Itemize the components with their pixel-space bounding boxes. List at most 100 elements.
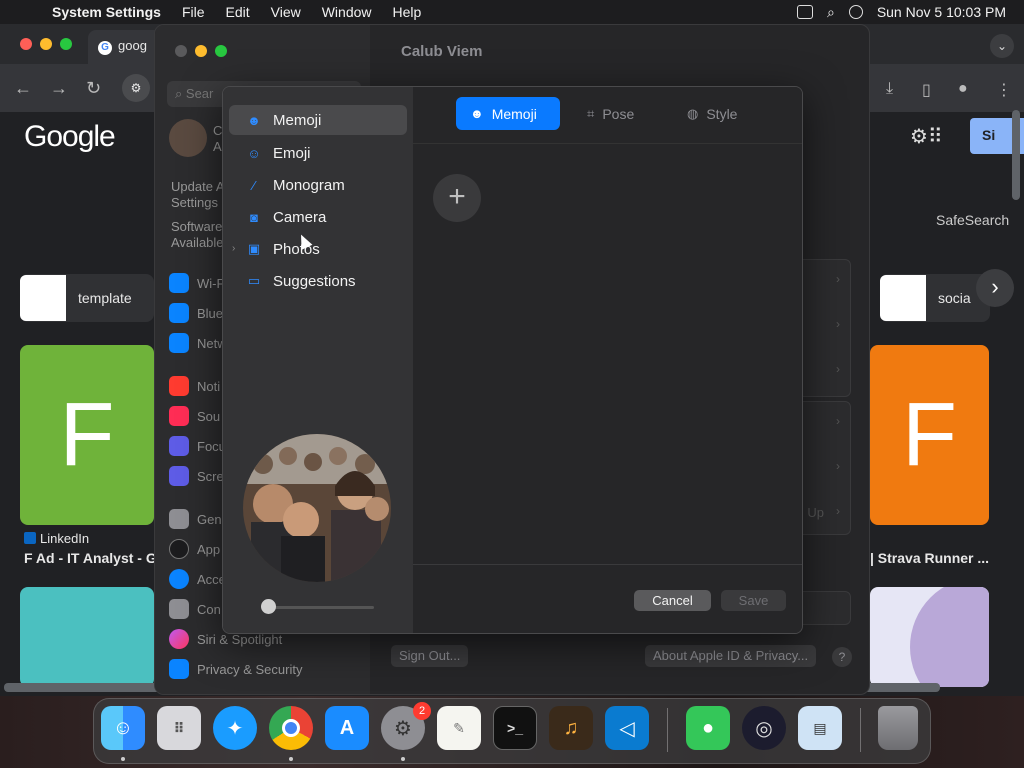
profile-icon[interactable]: ●	[958, 80, 968, 98]
tile-title[interactable]: F Ad - IT Analyst - Go	[24, 550, 165, 566]
tab-pose[interactable]: ⌗ Pose	[573, 97, 663, 130]
picker-nav-monogram[interactable]: ⁄ Monogram	[229, 170, 407, 200]
tile-title[interactable]: | Strava Runner ...	[870, 550, 989, 566]
forward-arrow-icon[interactable]: →	[50, 78, 68, 99]
picker-nav-camera[interactable]: ◙ Camera	[229, 202, 407, 232]
picker-nav-memoji[interactable]: ☻ Memoji	[229, 105, 407, 135]
update-line1: Update A	[171, 179, 225, 194]
zoom-window-icon[interactable]	[60, 38, 72, 50]
finder-icon[interactable]: ☺	[101, 706, 145, 750]
launchpad-icon[interactable]: ⠿	[157, 706, 201, 750]
cancel-button[interactable]: Cancel	[634, 590, 711, 611]
apps-grid-icon[interactable]: ⚙⠿	[910, 124, 943, 149]
sidebar-item-wifi[interactable]: Wi-F	[169, 273, 224, 293]
chevron-right-icon[interactable]: ›	[836, 504, 840, 518]
sidebar-item-appearance[interactable]: App	[169, 539, 220, 559]
more-menu-icon[interactable]: ⋮	[996, 80, 1012, 100]
result-tile[interactable]	[20, 587, 154, 687]
tab-search-chevron-icon[interactable]: ⌄	[990, 34, 1014, 58]
obs-icon[interactable]: ◎	[742, 706, 786, 750]
save-button[interactable]: Save	[721, 590, 786, 611]
minimize-window-icon[interactable]	[195, 45, 207, 57]
back-arrow-icon[interactable]: ←	[14, 78, 32, 99]
close-window-icon[interactable]	[20, 38, 32, 50]
safesearch-link[interactable]: SafeSearch	[936, 212, 1009, 228]
garageband-icon[interactable]: ♫	[549, 706, 593, 750]
zoom-slider-knob[interactable]	[261, 599, 276, 614]
browser-tab-title: goog	[118, 38, 147, 53]
picker-nav-suggestions[interactable]: ▭ Suggestions	[229, 266, 407, 296]
chevron-right-icon[interactable]: ›	[836, 459, 840, 473]
screen-mirroring-icon[interactable]	[796, 5, 813, 19]
result-tile[interactable]	[870, 587, 989, 687]
preview-icon[interactable]: ▤	[798, 706, 842, 750]
control-center-icon[interactable]	[848, 5, 863, 19]
menu-help[interactable]: Help	[393, 4, 422, 20]
appearance-icon	[169, 539, 189, 559]
site-settings-icon[interactable]: ⚙	[122, 74, 150, 102]
close-window-icon[interactable]	[175, 45, 187, 57]
sidebar-item-notifications[interactable]: Noti	[169, 376, 220, 396]
chevron-right-icon[interactable]: ›	[836, 272, 840, 286]
carousel-next-arrow-icon[interactable]: ›	[976, 269, 1014, 307]
update-notice[interactable]: Update A Settings	[171, 179, 225, 211]
terminal-icon[interactable]: >_	[493, 706, 537, 750]
vscode-icon[interactable]: ◁	[605, 706, 649, 750]
software-update-notice[interactable]: Software Available	[171, 219, 224, 251]
add-memoji-button[interactable]: +	[433, 174, 481, 222]
linkedin-icon	[24, 532, 36, 544]
messages-icon[interactable]: ●	[686, 706, 730, 750]
chevron-right-icon[interactable]: ›	[836, 362, 840, 376]
tab-memoji[interactable]: ☻ Memoji	[456, 97, 560, 130]
tab-style[interactable]: ◍ Style	[673, 97, 763, 130]
menu-app-name[interactable]: System Settings	[52, 4, 161, 20]
sidebar-item-accessibility[interactable]: Acce	[169, 569, 226, 589]
help-button[interactable]: ?	[832, 647, 852, 667]
picker-nav-emoji[interactable]: ☺ Emoji	[229, 138, 407, 168]
picker-nav-photos[interactable]: ▣ Photos	[229, 234, 407, 264]
sidebar-item-focus[interactable]: Focu	[169, 436, 226, 456]
textedit-icon[interactable]: ✎	[437, 706, 481, 750]
sidebar-item-control-center[interactable]: Con	[169, 599, 221, 619]
chrome-icon[interactable]	[269, 706, 313, 750]
reload-icon[interactable]: ↻	[86, 78, 101, 99]
app-store-icon[interactable]: A	[325, 706, 369, 750]
chevron-right-icon[interactable]: ›	[836, 317, 840, 331]
chevron-right-icon[interactable]: ›	[836, 414, 840, 428]
menu-window[interactable]: Window	[322, 4, 372, 20]
sidebar-item-sound[interactable]: Sou	[169, 406, 220, 426]
sidebar-item-bluetooth[interactable]: Blue	[169, 303, 223, 323]
menu-edit[interactable]: Edit	[226, 4, 250, 20]
download-icon[interactable]: ⤓	[886, 80, 893, 98]
vertical-scrollbar[interactable]	[1012, 110, 1020, 200]
menu-file[interactable]: File	[182, 4, 205, 20]
shortcut-chip[interactable]: socia	[880, 274, 990, 322]
spotlight-search-icon[interactable]: ⌕	[827, 4, 835, 21]
result-tile[interactable]: F	[20, 345, 154, 525]
software-line2: Available	[171, 235, 224, 250]
running-indicator	[289, 757, 293, 761]
sidebar-item-network[interactable]: Netw	[169, 333, 227, 353]
sidebar-item-privacy[interactable]: Privacy & Security	[169, 659, 302, 679]
group-photo-image	[243, 434, 391, 582]
apple-id-avatar[interactable]	[169, 119, 207, 157]
minimize-window-icon[interactable]	[40, 38, 52, 50]
picker-nav-label: Memoji	[273, 111, 322, 129]
tab-label: Pose	[602, 105, 635, 122]
sign-out-button[interactable]: Sign Out...	[391, 645, 469, 667]
result-tile[interactable]: F	[870, 345, 989, 525]
side-panel-icon[interactable]: ▯	[922, 80, 931, 100]
zoom-slider-track[interactable]	[268, 606, 374, 609]
shortcut-chip[interactable]: template	[20, 274, 154, 322]
menu-view[interactable]: View	[271, 4, 301, 20]
running-indicator	[401, 757, 405, 761]
clock-datetime[interactable]: Sun Nov 5 10:03 PM	[877, 4, 1006, 20]
about-apple-id-button[interactable]: About Apple ID & Privacy...	[645, 645, 817, 667]
sidebar-item-general[interactable]: Gen	[169, 509, 222, 529]
zoom-window-icon[interactable]	[215, 45, 227, 57]
trash-icon[interactable]	[878, 706, 918, 750]
profile-photo-preview[interactable]	[243, 434, 391, 582]
safari-icon[interactable]: ✦	[213, 706, 257, 750]
picker-nav-label: Suggestions	[273, 272, 356, 290]
sidebar-item-screen-time[interactable]: Scre	[169, 466, 224, 486]
